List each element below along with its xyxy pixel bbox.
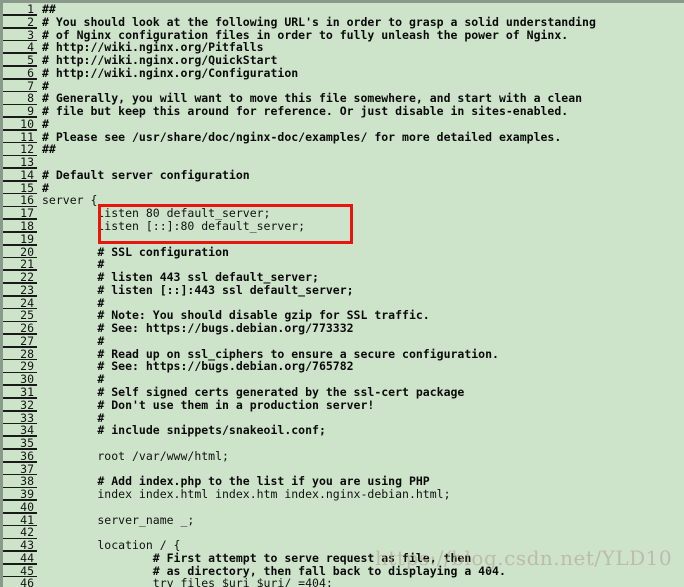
code-line[interactable]: 44 # First attempt to serve request as f… — [3, 552, 684, 565]
code-line-text: location / { — [42, 538, 181, 553]
code-line-text: # You should look at the following URL's… — [42, 14, 596, 29]
line-number: 10 — [3, 118, 37, 131]
code-line[interactable]: 2 # You should look at the following URL'… — [3, 14, 684, 29]
code-line-text: # listen 443 ssl default_server; — [42, 270, 319, 285]
code-line[interactable]: 18 listen [::]:80 default_server; — [3, 220, 684, 233]
code-line-text: # — [42, 116, 49, 131]
line-number: 44 — [3, 552, 37, 565]
line-number: 27 — [3, 335, 37, 348]
code-line[interactable]: 27 # — [3, 335, 684, 348]
code-line[interactable]: 19 — [3, 233, 684, 246]
code-line[interactable]: 23 # listen [::]:443 ssl default_server; — [3, 284, 684, 297]
code-line-text: try_files $uri $uri/ =404; — [42, 576, 333, 587]
line-number: 9 — [3, 105, 37, 118]
line-number: 39 — [3, 488, 37, 501]
code-line[interactable]: 6 # http://wiki.nginx.org/Configuration — [3, 67, 684, 80]
code-line-text: # See: https://bugs.debian.org/773332 — [42, 321, 354, 336]
code-line-text: listen [::]:80 default_server; — [42, 219, 306, 234]
line-number: 22 — [3, 271, 37, 284]
code-line[interactable]: 29 # See: https://bugs.debian.org/765782 — [3, 360, 684, 373]
code-line-text: ## — [42, 2, 56, 16]
code-editor[interactable]: 1 ## 2 # You should look at the following U… — [0, 0, 684, 587]
line-number: 2 — [3, 15, 37, 29]
code-line[interactable]: 14 # Default server configuration — [3, 169, 684, 182]
code-line[interactable]: 34 # include snippets/snakeoil.conf; — [3, 424, 684, 437]
line-number: 43 — [3, 539, 37, 552]
code-line[interactable]: 5 # http://wiki.nginx.org/QuickStart — [3, 54, 684, 67]
line-number: 6 — [3, 67, 37, 80]
code-line[interactable]: 11 # Please see /usr/share/doc/nginx-doc/… — [3, 129, 684, 144]
code-line-text: # http://wiki.nginx.org/Configuration — [42, 65, 299, 80]
line-number: 40 — [3, 501, 37, 514]
code-line[interactable]: 43 location / { — [3, 539, 684, 552]
code-lines-container[interactable]: 1 ## 2 # You should look at the following U… — [3, 3, 684, 587]
code-line[interactable]: 35 — [3, 437, 684, 450]
code-line-text: # include snippets/snakeoil.conf; — [42, 423, 326, 438]
code-line[interactable]: 40 — [3, 501, 684, 514]
code-line-text: # http://wiki.nginx.org/QuickStart — [42, 53, 278, 68]
code-line[interactable]: 32 # Don't use them in a production serv… — [3, 397, 684, 412]
code-line[interactable]: 20 # SSL configuration — [3, 245, 684, 259]
code-line[interactable]: 46 try_files $uri $uri/ =404; — [3, 577, 684, 587]
code-line[interactable]: 39 index index.html index.htm index.ngin… — [3, 488, 684, 501]
code-line-text: # listen [::]:443 ssl default_server; — [42, 282, 354, 297]
code-line[interactable]: 36 root /var/www/html; — [3, 450, 684, 463]
code-line[interactable]: 41 server_name _; — [3, 512, 684, 527]
code-line[interactable]: 12 ## — [3, 143, 684, 156]
line-number: 32 — [3, 398, 37, 412]
code-line[interactable]: 15 # — [3, 181, 684, 195]
code-line-text: server_name _; — [42, 512, 195, 527]
code-line-text: # Self signed certs generated by the ssl… — [42, 384, 465, 399]
code-line-text: # Please see /usr/share/doc/nginx-doc/ex… — [42, 129, 562, 144]
code-line[interactable]: 9 # file but keep this around for referen… — [3, 105, 684, 118]
line-number: 26 — [3, 322, 37, 335]
code-line[interactable]: 10 # — [3, 118, 684, 131]
code-line[interactable]: 1 ## — [3, 3, 684, 16]
line-number: 31 — [3, 386, 37, 399]
line-number: 36 — [3, 450, 37, 463]
code-line[interactable]: 31 # Self signed certs generated by the … — [3, 386, 684, 399]
code-line-text: index index.html index.htm index.nginx-d… — [42, 487, 451, 502]
line-number: 19 — [3, 233, 37, 246]
line-number: 5 — [3, 54, 37, 67]
code-line-text: # First attempt to serve request as file… — [42, 550, 472, 565]
line-number: 18 — [3, 220, 37, 233]
code-line-text: ## — [42, 142, 56, 157]
line-number: 23 — [3, 284, 37, 297]
line-number: 14 — [3, 169, 37, 182]
line-number: 46 — [3, 577, 37, 587]
line-number: 1 — [3, 3, 37, 16]
line-number: 35 — [3, 437, 37, 450]
code-line-text: # Don't use them in a production server! — [42, 397, 375, 412]
code-line[interactable]: 26 # See: https://bugs.debian.org/773332 — [3, 322, 684, 335]
code-line-text: # file but keep this around for referenc… — [42, 104, 569, 119]
code-line-text: # Default server configuration — [42, 167, 250, 182]
code-line[interactable]: 22 # listen 443 ssl default_server; — [3, 271, 684, 284]
code-line-text: root /var/www/html; — [42, 448, 229, 463]
code-line-text: # — [42, 333, 105, 348]
